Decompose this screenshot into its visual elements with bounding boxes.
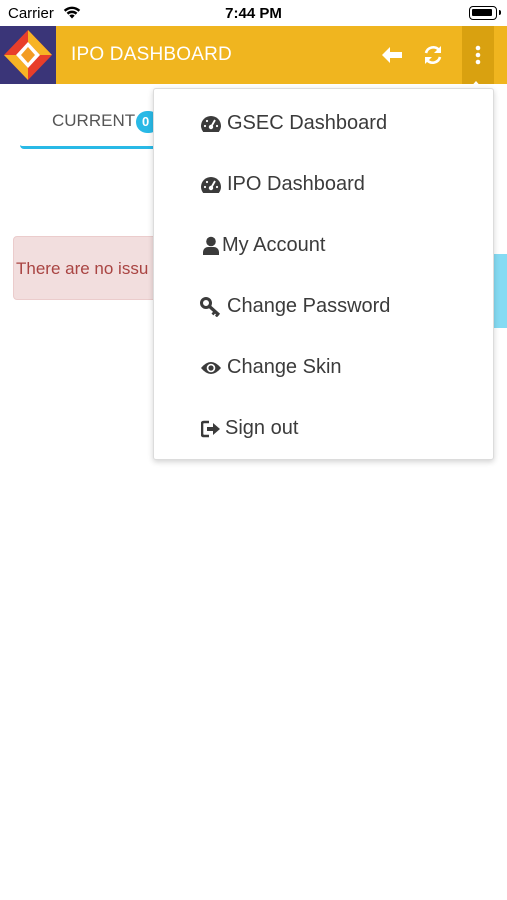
refresh-icon	[424, 46, 442, 64]
menu-item-change-skin[interactable]: Change Skin	[154, 343, 495, 395]
battery-icon	[469, 6, 501, 20]
menu-item-my-account[interactable]: My Account	[154, 221, 495, 273]
refresh-button[interactable]	[417, 39, 449, 71]
page-title: IPO DASHBOARD	[71, 44, 232, 65]
eye-icon	[199, 356, 223, 380]
menu-item-ipo-dashboard[interactable]: IPO Dashboard	[154, 160, 495, 212]
overflow-menu-button[interactable]	[462, 26, 494, 84]
dashboard-icon	[199, 112, 223, 136]
dashboard-icon	[199, 173, 223, 197]
back-button[interactable]	[376, 39, 408, 71]
sign-out-icon	[199, 417, 223, 441]
alert-message: There are no issu	[16, 259, 149, 278]
app-logo	[0, 26, 56, 84]
menu-item-sign-out[interactable]: Sign out	[154, 404, 495, 456]
menu-item-label: Sign out	[225, 417, 299, 439]
tab-current[interactable]: CURRENT 0	[20, 99, 160, 149]
menu-item-label: IPO Dashboard	[227, 173, 365, 195]
key-icon	[199, 295, 223, 319]
menu-item-label: Change Skin	[227, 356, 342, 378]
app-header: IPO DASHBOARD	[0, 26, 507, 84]
more-vertical-icon	[475, 45, 481, 65]
tab-label: CURRENT	[52, 111, 136, 130]
user-icon	[199, 234, 223, 258]
back-arrow-icon	[382, 47, 402, 63]
menu-item-label: GSEC Dashboard	[227, 112, 388, 134]
clock: 7:44 PM	[225, 5, 282, 22]
menu-item-label: Change Password	[227, 295, 391, 317]
side-accent-bar	[494, 254, 507, 328]
status-bar: Carrier 7:44 PM	[0, 0, 507, 26]
menu-item-change-password[interactable]: Change Password	[154, 282, 495, 334]
menu-item-label: My Account	[222, 234, 326, 256]
menu-item-gsec-dashboard[interactable]: GSEC Dashboard	[154, 99, 495, 151]
overflow-dropdown-menu: GSEC Dashboard IPO Dashboard My Account	[153, 88, 494, 460]
